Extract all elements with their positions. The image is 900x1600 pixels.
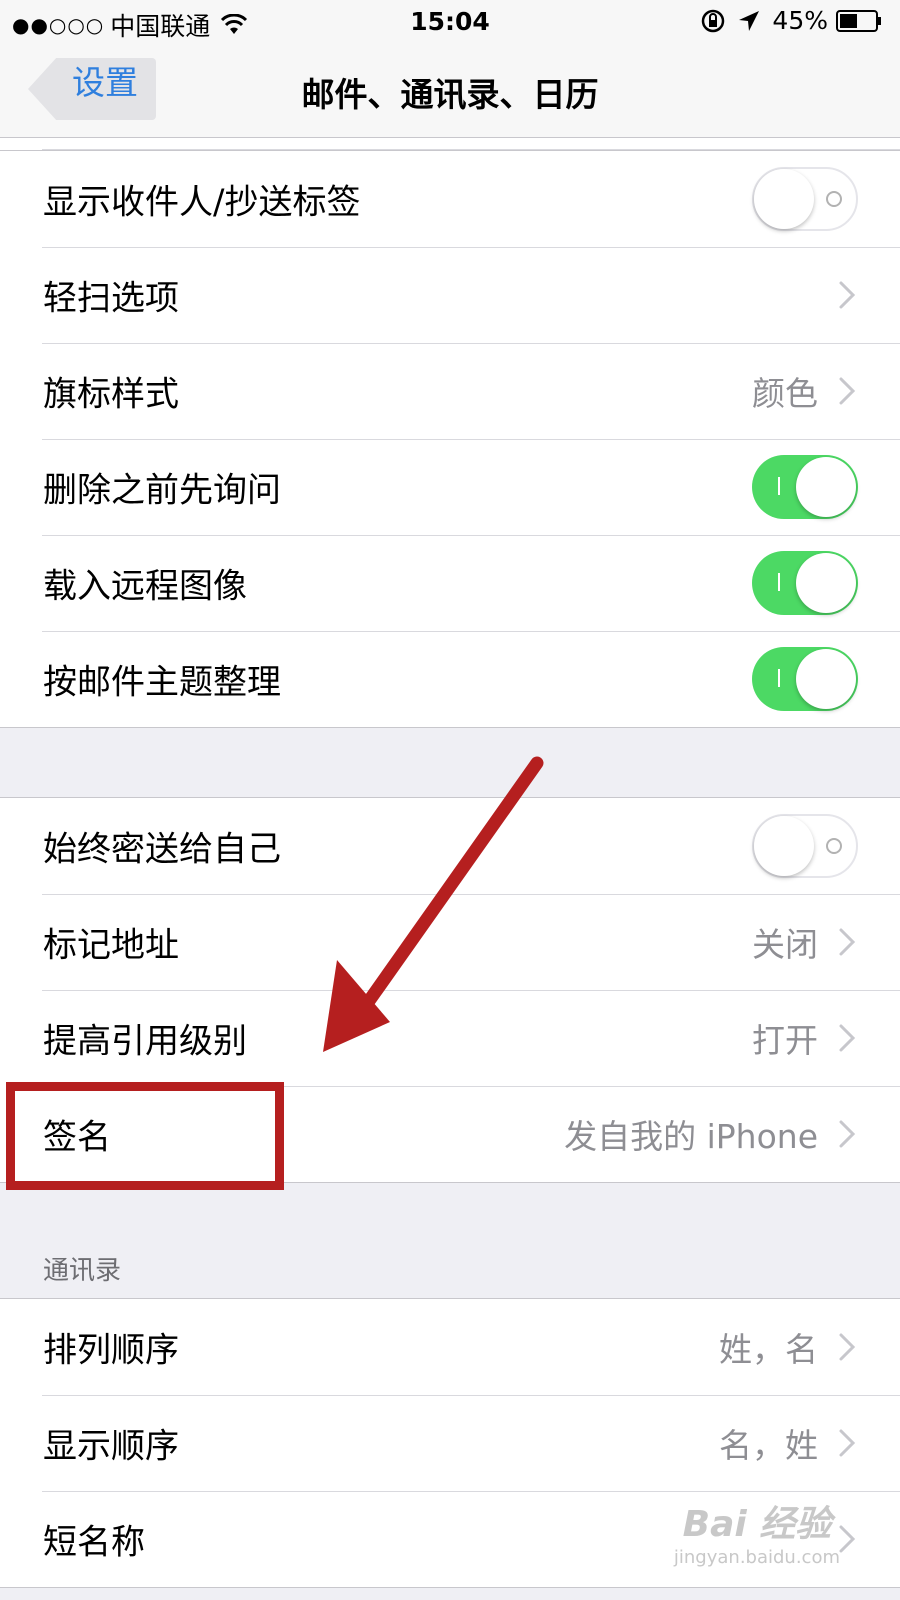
setting-label: 载入远程图像	[43, 566, 247, 607]
location-arrow-icon	[739, 10, 760, 31]
setting-label: 短名称	[43, 1522, 145, 1563]
setting-value: 打开	[752, 1021, 818, 1060]
off-indicator-icon	[826, 838, 842, 854]
setting-label: 轻扫选项	[43, 278, 179, 319]
setting-row[interactable]: 删除之前先询问	[0, 439, 900, 535]
off-indicator-icon	[826, 191, 842, 207]
setting-row[interactable]: 排列顺序 姓，名	[0, 1299, 900, 1395]
toggle-knob[interactable]	[796, 457, 856, 517]
setting-label: 显示顺序	[43, 1426, 179, 1467]
toggle-switch[interactable]	[752, 647, 858, 711]
setting-label: 排列顺序	[43, 1330, 179, 1371]
setting-label: 删除之前先询问	[43, 470, 281, 511]
setting-row[interactable]: 旗标样式 颜色	[0, 343, 900, 439]
setting-row[interactable]: 显示顺序 名，姓	[0, 1395, 900, 1491]
setting-row[interactable]: 标记地址 关闭	[0, 894, 900, 990]
setting-label: 标记地址	[43, 925, 179, 966]
setting-row[interactable]: 轻扫选项	[0, 247, 900, 343]
toggle-switch[interactable]	[752, 814, 858, 878]
scrolled-row-remnant	[0, 138, 900, 150]
setting-row[interactable]: 提高引用级别 打开	[0, 990, 900, 1086]
battery-icon	[836, 9, 881, 32]
setting-value: 关闭	[752, 925, 818, 964]
on-indicator-icon	[778, 477, 780, 495]
toggle-switch[interactable]	[752, 167, 858, 231]
toggle-knob[interactable]	[796, 649, 856, 709]
on-indicator-icon	[778, 669, 780, 687]
chevron-right-icon	[839, 1120, 856, 1148]
chevron-right-icon	[839, 1024, 856, 1052]
chevron-right-icon	[839, 928, 856, 956]
chevron-right-icon	[839, 1429, 856, 1457]
page-title: 邮件、通讯录、日历	[301, 75, 599, 114]
setting-value: 名，姓	[719, 1426, 818, 1465]
on-indicator-icon	[778, 573, 780, 591]
navigation-bar: 设置 邮件、通讯录、日历	[0, 44, 900, 138]
mail-settings-group-1: 显示收件人/抄送标签 轻扫选项旗标样式 颜色删除之前先询问 载入远程图像 按邮件主题整理	[0, 150, 900, 728]
setting-label: 提高引用级别	[43, 1021, 247, 1062]
setting-value: 发自我的 iPhone	[564, 1117, 818, 1156]
setting-row[interactable]: 按邮件主题整理	[0, 631, 900, 727]
toggle-knob[interactable]	[754, 816, 814, 876]
watermark-url: jingyan.baidu.com	[673, 1547, 840, 1568]
setting-label: 显示收件人/抄送标签	[43, 182, 361, 223]
setting-label: 按邮件主题整理	[43, 662, 281, 703]
toggle-switch[interactable]	[752, 551, 858, 615]
chevron-right-icon	[839, 1525, 856, 1553]
setting-row[interactable]: 载入远程图像	[0, 535, 900, 631]
toggle-switch[interactable]	[752, 455, 858, 519]
setting-value: 姓，名	[719, 1330, 818, 1369]
status-bar: ●●○○○ 中国联通 15:04 45%	[0, 0, 900, 44]
toggle-knob[interactable]	[796, 553, 856, 613]
contacts-section-header: 通讯录	[43, 1256, 122, 1286]
setting-row[interactable]: 显示收件人/抄送标签	[0, 151, 900, 247]
setting-row[interactable]: 始终密送给自己	[0, 798, 900, 894]
watermark-logo: Bai 经验	[682, 1504, 832, 1545]
chevron-right-icon	[839, 377, 856, 405]
toggle-knob[interactable]	[754, 169, 814, 229]
chevron-right-icon	[839, 1333, 856, 1361]
battery-percent: 45%	[772, 6, 828, 35]
status-right: 45%	[700, 6, 882, 35]
setting-label: 旗标样式	[43, 374, 179, 415]
watermark: Bai 经验 jingyan.baidu.com	[674, 1495, 840, 1568]
chevron-right-icon	[839, 281, 856, 309]
rotation-lock-icon	[702, 9, 725, 32]
setting-label: 始终密送给自己	[43, 829, 281, 870]
annotation-highlight-box	[6, 1082, 284, 1190]
setting-value: 颜色	[752, 374, 818, 413]
